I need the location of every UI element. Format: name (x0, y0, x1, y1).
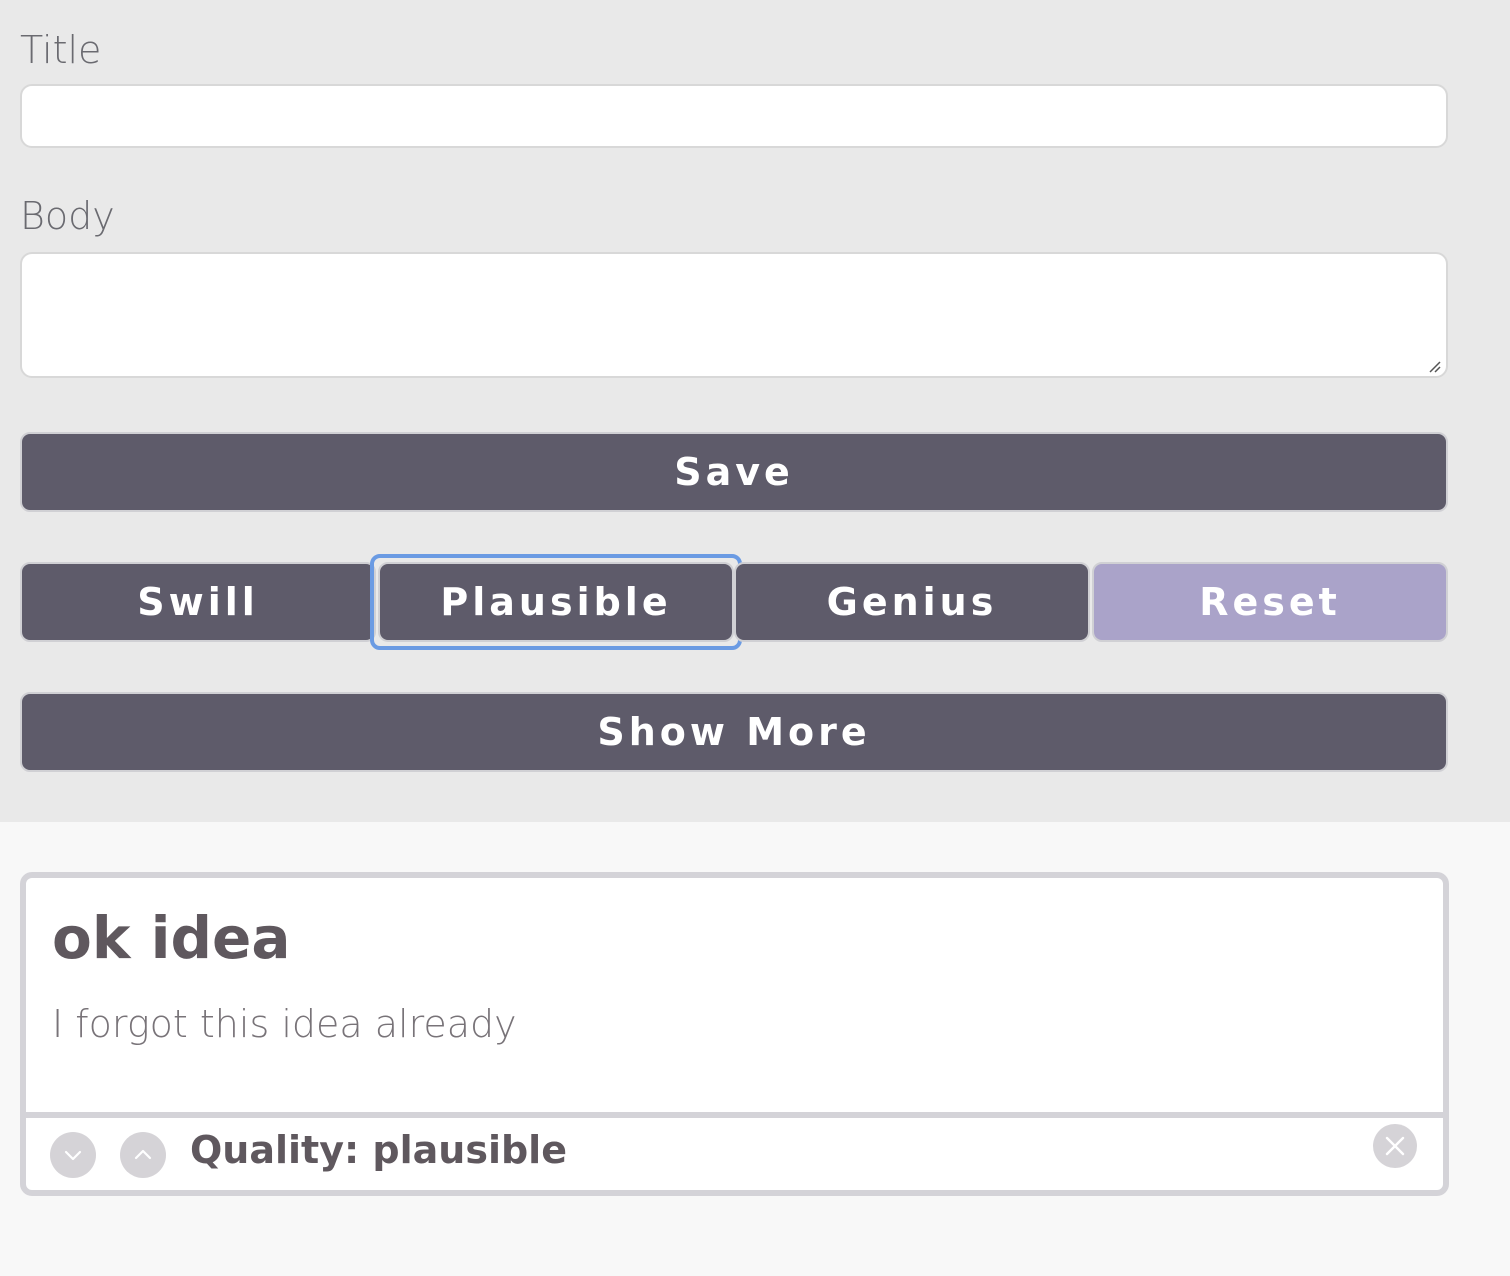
reset-button[interactable]: Reset (1092, 562, 1448, 642)
close-icon (1385, 1136, 1405, 1156)
downvote-button[interactable] (50, 1132, 96, 1178)
chevron-down-icon (64, 1150, 82, 1161)
filter-genius-button[interactable]: Genius (734, 562, 1090, 642)
show-more-button[interactable]: Show More (20, 692, 1448, 772)
chevron-up-icon (134, 1149, 152, 1160)
filter-plausible-button[interactable]: Plausible (378, 562, 734, 642)
upvote-button[interactable] (120, 1132, 166, 1178)
quality-label: Quality: plausible (190, 1128, 567, 1172)
save-button[interactable]: Save (20, 432, 1448, 512)
card-footer: Quality: plausible (26, 1118, 1443, 1190)
idea-body[interactable]: I forgot this idea already (52, 1002, 517, 1046)
idea-card: ok idea I forgot this idea already Quali… (20, 872, 1449, 1196)
delete-button[interactable] (1373, 1124, 1417, 1168)
body-label: Body (20, 194, 115, 238)
body-textarea[interactable] (20, 252, 1448, 378)
idea-title[interactable]: ok idea (52, 904, 291, 972)
filter-swill-button[interactable]: Swill (20, 562, 376, 642)
title-input[interactable] (20, 84, 1448, 148)
title-label: Title (20, 28, 102, 72)
idea-form-section: Title Body Save Swill Plausible Genius R… (0, 0, 1510, 822)
resize-grip-icon[interactable] (1426, 358, 1442, 374)
